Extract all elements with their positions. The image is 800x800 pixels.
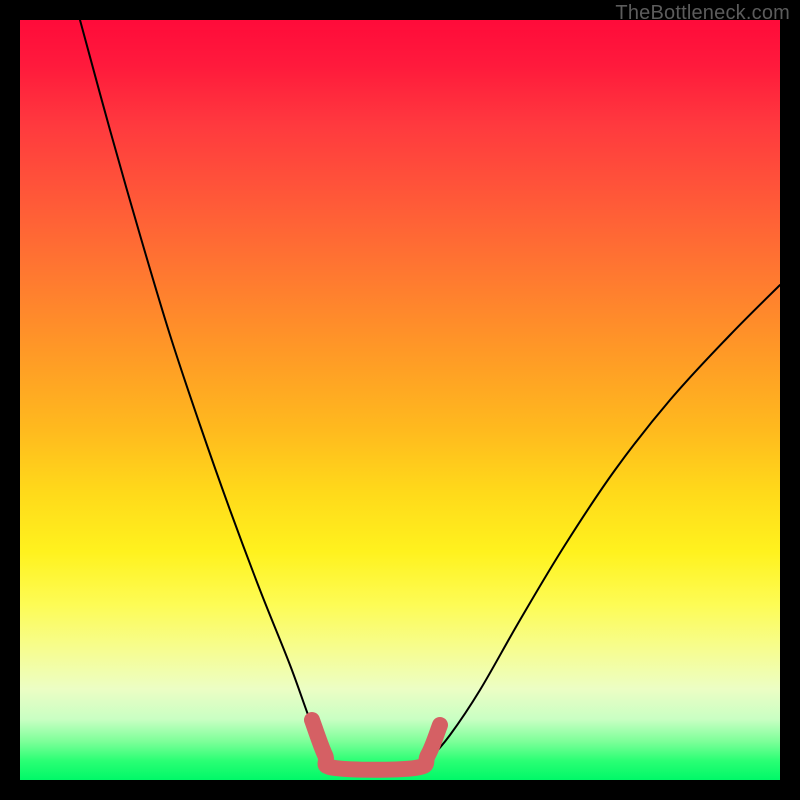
right-curve — [415, 285, 780, 768]
chart-stage: TheBottleneck.com — [0, 0, 800, 800]
highlight-segment — [312, 720, 440, 770]
plot-area — [20, 20, 780, 780]
curves-layer — [20, 20, 780, 780]
left-curve — [80, 20, 335, 768]
